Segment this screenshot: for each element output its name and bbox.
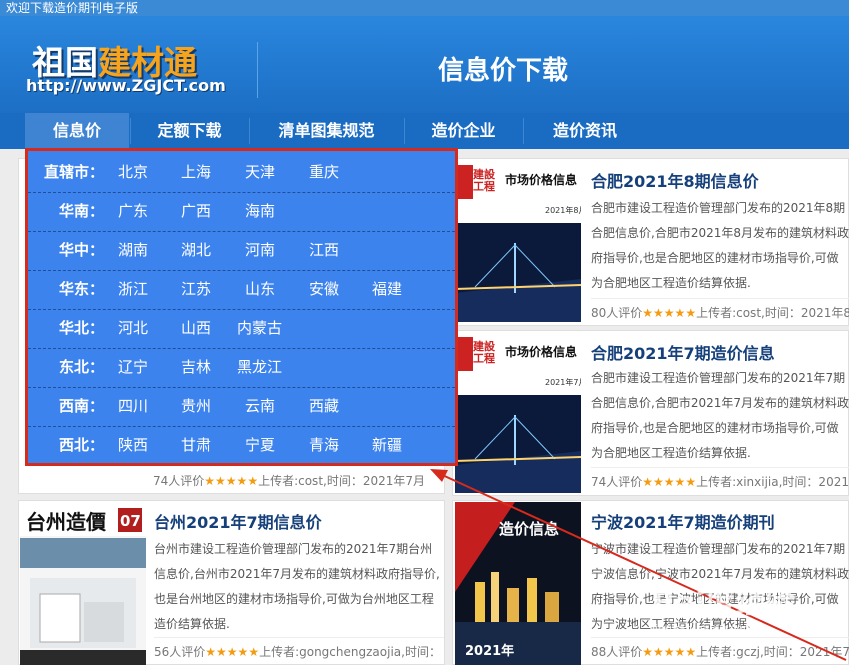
annotation-arrow-icon xyxy=(430,469,847,661)
baidu-watermark: Bai度经验 jingyan.baidu.com xyxy=(652,586,796,635)
